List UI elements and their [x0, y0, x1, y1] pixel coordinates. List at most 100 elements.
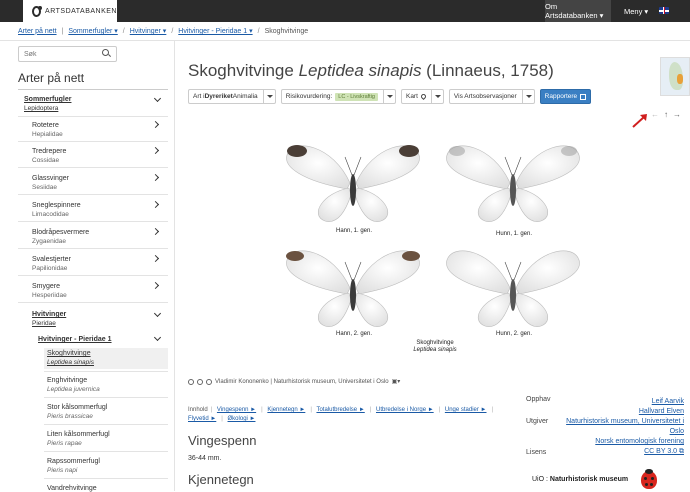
origin-author-link[interactable]: Leif Aarvik — [652, 398, 684, 405]
prev-arrow-icon[interactable]: ← — [651, 110, 659, 119]
toc-label: Innhold — [188, 407, 208, 413]
breadcrumb-arter-pa-nett[interactable]: Arter på nett — [18, 28, 57, 35]
sidebar-item-label: Sommerfugler — [24, 96, 72, 103]
toc-link-kjennetegn[interactable]: Kjennetegn ► — [267, 407, 305, 413]
sidebar-item-sci: Papilionidae — [32, 265, 68, 272]
butterfly-illustrations — [286, 145, 580, 327]
cc-nc-icon — [206, 378, 212, 385]
toc-link-utbredelse-norge[interactable]: Utbredelse i Norge ► — [376, 407, 434, 413]
observations-button[interactable]: Vis Artsobservasjoner — [448, 89, 535, 104]
breadcrumb-pieridae-1[interactable]: Hvitvinger - Pieridae 1 ▾ — [178, 27, 252, 35]
toc-link-totalutbredelse[interactable]: Totalutbredelse ► — [316, 407, 364, 413]
sidebar-item-label: Liten kålsommerfugl — [47, 431, 110, 438]
image-icon[interactable]: ▣▾ — [392, 378, 401, 385]
species-plate-image[interactable]: Hann, 1. gen. Hunn, 1. gen. Hann, 2. gen… — [275, 140, 598, 358]
content-divider — [174, 41, 175, 491]
logo-text: ARTSDATABANKEN — [45, 7, 117, 15]
search-icon[interactable] — [102, 49, 109, 56]
toc-link-okologi[interactable]: Økologi ► — [228, 416, 256, 422]
publisher-label: Utgiver — [526, 418, 549, 425]
sidebar-title: Arter på nett — [18, 71, 85, 85]
sidebar-item-label: Tredrepere — [32, 148, 67, 155]
sidebar-item-sci: Hesperiidae — [32, 292, 67, 299]
report-label: Rapportere — [544, 93, 578, 100]
sidebar-item-sci: Lepidoptera — [24, 105, 59, 112]
section-heading-vingespenn: Vingespenn — [188, 433, 257, 448]
sidebar-item-sci: Sesiidae — [32, 184, 57, 191]
sidebar-item-pieridae-1[interactable]: Hvitvinger - Pieridae 1 — [38, 336, 168, 343]
sidebar-item-skoghvitvinge[interactable]: Skoghvitvinge Leptidea sinapis — [44, 348, 168, 369]
nav-meny[interactable]: Meny ▾ — [624, 0, 648, 22]
butterfly-female-gen1 — [446, 145, 580, 222]
artsdatabanken-logo[interactable]: ARTSDATABANKEN — [23, 0, 117, 22]
plate-caption-common: Skoghvitvinge — [416, 340, 454, 346]
sidebar-item-sci: Hepialidae — [32, 131, 63, 138]
plate-label: Hann, 1. gen. — [335, 228, 373, 234]
map-label: Kart — [405, 93, 418, 100]
sidebar-item-svalestjerter[interactable]: Svalestjerter Papilionidae — [32, 256, 168, 272]
toc-link-unge-stadier[interactable]: Unge stadier ► — [445, 407, 487, 413]
up-arrow-icon[interactable]: ↑ — [664, 110, 668, 119]
breadcrumb-hvitvinger[interactable]: Hvitvinger ▾ — [130, 27, 167, 35]
sidebar-item-label: Skoghvitvinge — [47, 350, 91, 357]
english-flag-icon[interactable] — [659, 7, 669, 14]
caret-down-icon[interactable] — [521, 89, 534, 104]
sidebar-item-enghvitvinge[interactable]: Enghvitvinge Leptidea juvernica — [47, 377, 168, 393]
sidebar-item-label: Hvitvinger — [32, 311, 67, 318]
plate-label: Hann, 2. gen. — [335, 331, 373, 337]
sidebar-item-label: Stor kålsommerfugl — [47, 404, 108, 411]
license-link[interactable]: CC BY 3.0 ⧉ — [644, 448, 684, 456]
sidebar-item-sci: Pieris rapae — [47, 440, 82, 447]
uio-museum-logo[interactable]: UiO : Naturhistorisk museum — [532, 476, 628, 483]
header-divider — [0, 40, 690, 41]
sidebar-item-hvitvinger[interactable]: Hvitvinger Pieridae — [32, 311, 168, 327]
action-toolbar: Art i Dyreriket Animalia Risikovurdering… — [188, 89, 592, 104]
sidebar-item-blodrapesvermere[interactable]: Blodråpesvermere Zygaenidae — [32, 229, 168, 245]
cc-license-icon — [188, 378, 194, 385]
sidebar-item-smygere[interactable]: Smygere Hesperiidae — [32, 283, 168, 299]
license-label: Lisens — [526, 449, 547, 456]
caret-down-icon[interactable] — [262, 89, 275, 104]
sidebar-item-rapssommerfugl[interactable]: Rapssommerfugl Pieris napi — [47, 458, 168, 474]
sidebar: Sommerfugler Lepidoptera Rotetere Hepial… — [18, 89, 168, 492]
origin-label: Opphav — [526, 396, 551, 403]
sidebar-item-sommerfugler[interactable]: Sommerfugler Lepidoptera — [24, 96, 168, 112]
butterfly-male-gen2 — [286, 250, 420, 327]
caret-down-icon[interactable] — [430, 89, 443, 104]
toc-link-vingespenn[interactable]: Vingespenn ► — [217, 407, 256, 413]
map-pin-icon — [419, 92, 427, 101]
report-button[interactable]: Rapportere — [539, 89, 592, 104]
sidebar-item-glassvinger[interactable]: Glassvinger Sesiidae — [32, 175, 168, 191]
plate-label: Hunn, 2. gen. — [495, 331, 533, 337]
sidebar-item-label: Svalestjerter — [32, 256, 71, 263]
nav-om-artsdatabanken[interactable]: Om Artsdatabanken ▾ — [545, 0, 611, 22]
publisher-link[interactable]: Naturhistorisk museum, Universitetet i — [566, 418, 684, 425]
sidebar-item-liten-kalsommerfugl[interactable]: Liten kålsommerfugl Pieris rapae — [47, 431, 168, 447]
sidebar-item-label: Enghvitvinge — [47, 377, 88, 384]
butterfly-female-gen2 — [446, 250, 580, 327]
publisher-link[interactable]: Oslo — [670, 428, 684, 435]
title-scientific-name: Leptidea sinapis — [298, 61, 422, 80]
risk-label: Risikovurdering: — [285, 93, 333, 100]
sidebar-item-sneglespinnere[interactable]: Sneglespinnere Limacodidae — [32, 202, 168, 218]
caret-down-icon[interactable] — [382, 89, 395, 104]
sidebar-item-sci: Pieris brassicae — [47, 413, 93, 420]
origin-author-link[interactable]: Hallvard Elven — [639, 408, 684, 415]
distribution-map-thumbnail[interactable] — [660, 57, 690, 96]
sidebar-item-stor-kalsommerfugl[interactable]: Stor kålsommerfugl Pieris brassicae — [47, 404, 168, 420]
sidebar-item-label: Rotetere — [32, 122, 59, 129]
breadcrumb-sommerfugler[interactable]: Sommerfugler ▾ — [68, 27, 117, 35]
next-arrow-icon[interactable]: → — [673, 110, 681, 119]
taxonomy-button[interactable]: Art i Dyreriket Animalia — [188, 89, 276, 104]
toc-link-flyvetid[interactable]: Flyvetid ► — [188, 416, 216, 422]
sidebar-item-rotetere[interactable]: Rotetere Hepialidae — [32, 122, 168, 138]
plate-caption-scientific: Leptidea sinapis — [413, 347, 457, 353]
sidebar-item-tredrepere[interactable]: Tredrepere Cossidae — [32, 148, 168, 164]
ladybug-logo-icon[interactable] — [641, 469, 657, 489]
publisher-link[interactable]: Norsk entomologisk forening — [595, 438, 684, 445]
observations-label: Vis Artsobservasjoner — [453, 93, 517, 100]
risk-assessment-button[interactable]: Risikovurdering: LC - Livskraftig — [280, 89, 396, 104]
map-button[interactable]: Kart — [400, 89, 444, 104]
image-nav: ← ↑ → — [651, 110, 681, 119]
taxonomy-kingdom: Dyreriket — [204, 93, 233, 100]
